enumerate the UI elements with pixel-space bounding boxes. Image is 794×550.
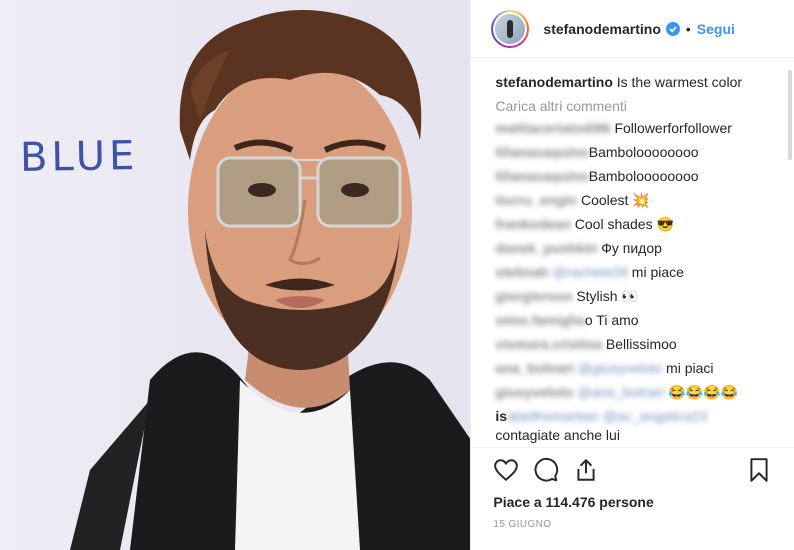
comment-username[interactable]: mattiaceriatodi96 bbox=[495, 120, 610, 136]
comment-username[interactable]: giorgieroos bbox=[495, 288, 572, 304]
bottom-padding bbox=[471, 530, 794, 550]
action-bar bbox=[471, 447, 794, 491]
comment: mattiaceriatodi96 Followerforfollower bbox=[495, 116, 782, 140]
comment-text: Followerforfollower bbox=[614, 120, 732, 136]
comment-text: Фу пидор bbox=[601, 240, 662, 256]
comment-username[interactable]: frankodean bbox=[495, 216, 570, 232]
comment: danek_pushkin Фу пидор bbox=[495, 236, 782, 260]
comment-text: mi piace bbox=[631, 264, 684, 280]
comment-text: mi piaci bbox=[666, 360, 714, 376]
avatar-image bbox=[495, 13, 526, 44]
comment: frankodean Cool shades 😎 bbox=[495, 212, 782, 236]
comment-username[interactable]: vismara.cristina bbox=[495, 336, 602, 352]
post-caption: stefanodemartino Is the warmest color bbox=[495, 72, 782, 92]
load-more-comments[interactable]: Carica altri commenti bbox=[495, 96, 782, 116]
post-image[interactable]: BLUE bbox=[0, 0, 471, 550]
comment-mention[interactable]: abellhemartian @ac_angelica23 bbox=[507, 408, 707, 424]
follow-button[interactable]: Segui bbox=[697, 21, 735, 37]
separator-dot: • bbox=[685, 20, 691, 37]
comment-username[interactable]: danek_pushkin bbox=[495, 240, 597, 256]
share-icon[interactable] bbox=[573, 457, 599, 483]
heart-icon[interactable] bbox=[493, 457, 519, 483]
instagram-post: BLUE stefanodemartino • Segui stefanodem… bbox=[0, 0, 794, 550]
comment-text: Bamboloooooooo bbox=[588, 144, 699, 160]
caption-text: Is the warmest color bbox=[616, 74, 743, 90]
comment: ana_bolnari @giusyveloto mi piaci bbox=[495, 356, 782, 380]
comment: isabellhemartian @ac_angelica23 bbox=[495, 404, 782, 428]
comment: simo.famigliao Ti amo bbox=[495, 308, 782, 332]
comment-text: Cool shades 😎 bbox=[574, 216, 674, 232]
comment-username[interactable]: tiurru_engin bbox=[495, 192, 577, 208]
comment-text: Bamboloooooooo bbox=[588, 168, 699, 184]
comment-username[interactable]: stelinah bbox=[495, 264, 548, 280]
author-username[interactable]: stefanodemartino bbox=[543, 21, 660, 37]
comment-username[interactable]: lilianasaquino bbox=[495, 144, 588, 160]
comments-scrollbar[interactable] bbox=[788, 70, 792, 160]
post-header: stefanodemartino • Segui bbox=[471, 0, 794, 58]
comment: lilianasaquinoBamboloooooooo bbox=[495, 164, 782, 188]
comment-text: Coolest 💥 bbox=[580, 192, 650, 208]
comment: vismara.cristina Bellissimoo bbox=[495, 332, 782, 356]
avatar[interactable] bbox=[491, 9, 530, 48]
caption-username[interactable]: stefanodemartino bbox=[495, 74, 612, 90]
bookmark-icon[interactable] bbox=[746, 457, 772, 483]
post-sidebar: stefanodemartino • Segui stefanodemartin… bbox=[470, 0, 794, 550]
comments-list[interactable]: stefanodemartino Is the warmest color Ca… bbox=[471, 58, 794, 447]
post-date[interactable]: 15 giugno bbox=[471, 513, 794, 530]
comment-text: 😂😂😂😂 bbox=[668, 384, 739, 400]
comment: giorgieroos Stylish 👀 bbox=[495, 284, 782, 308]
comment: stelinah @rachele09 mi piace bbox=[495, 260, 782, 284]
portrait-photo bbox=[70, 10, 471, 550]
comment-mention[interactable]: @rachele09 bbox=[552, 264, 628, 280]
comment-icon[interactable] bbox=[533, 457, 559, 483]
comment-text: o Ti amo bbox=[584, 312, 639, 328]
comment-mention[interactable]: @ana_bolnari bbox=[577, 384, 664, 400]
comment-mention[interactable]: @giusyveloto bbox=[578, 360, 662, 376]
comment: giusyveloto @ana_bolnari 😂😂😂😂 bbox=[495, 380, 782, 404]
verified-badge-icon bbox=[665, 21, 680, 36]
comment-continuation: contagiate anche lui bbox=[495, 427, 620, 443]
comment-username[interactable]: lilianasaquino bbox=[495, 168, 588, 184]
comment-username[interactable]: is bbox=[495, 408, 507, 424]
comment-username[interactable]: simo.famiglia bbox=[495, 312, 584, 328]
comment-username[interactable]: giusyveloto bbox=[495, 384, 573, 400]
comment-text: Bellissimoo bbox=[605, 336, 677, 352]
comment-username[interactable]: ana_bolnari bbox=[495, 360, 574, 376]
wall-lettering: BLUE bbox=[19, 132, 139, 182]
comment-text: Stylish 👀 bbox=[576, 288, 639, 304]
comment: tiurru_engin Coolest 💥 bbox=[495, 188, 782, 212]
comment: lilianasaquinoBamboloooooooo bbox=[495, 140, 782, 164]
likes-count[interactable]: Piace a 114.476 persone bbox=[471, 491, 794, 513]
